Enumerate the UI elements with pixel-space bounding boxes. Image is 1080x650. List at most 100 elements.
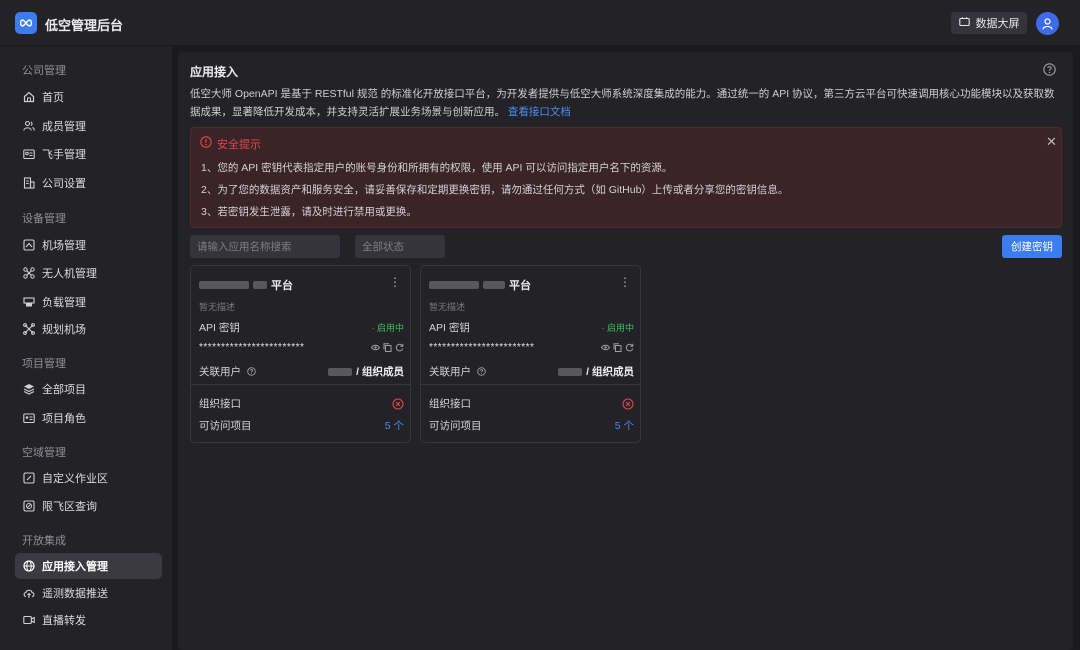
sidebar-item-home[interactable]: 首页: [15, 84, 162, 110]
card-app-name: 平台: [429, 277, 531, 293]
sidebar-item-label: 项目角色: [42, 413, 86, 425]
sidebar-item-label: 成员管理: [42, 121, 86, 133]
redacted-text: [253, 281, 267, 289]
page-title: 应用接入: [190, 65, 239, 79]
alert-title: 安全提示: [217, 139, 261, 151]
main-panel: 应用接入 低空大师 OpenAPI 是基于 RESTful 规范 的标准化开放接…: [178, 52, 1073, 650]
eye-icon[interactable]: [371, 343, 380, 352]
sidebar-item-label: 公司设置: [42, 178, 86, 190]
key-actions: [371, 343, 404, 352]
linked-user-label: 关联用户: [199, 364, 256, 379]
redacted-text: [558, 367, 583, 376]
card-name-suffix: 平台: [509, 280, 531, 292]
top-header: 低空管理后台 数据大屏: [0, 0, 1080, 46]
org-api-row: 组织接口: [429, 396, 634, 411]
sidebar-item-app-access[interactable]: 应用接入管理: [15, 553, 162, 579]
sidebar-item-telemetry-push[interactable]: 遥测数据推送: [15, 580, 162, 606]
nav-group-projects: 项目管理: [22, 358, 66, 370]
security-alert: 安全提示 ✕ 1、您的 API 密钥代表指定用户的账号身份和所拥有的权限，使用 …: [190, 127, 1062, 228]
copy-icon[interactable]: [613, 343, 622, 352]
sidebar-item-live-relay[interactable]: 直播转发: [15, 607, 162, 633]
status-filter-select[interactable]: 全部状态: [355, 235, 445, 258]
sidebar-item-label: 遥测数据推送: [42, 588, 108, 600]
sidebar-item-company-settings[interactable]: 公司设置: [15, 170, 162, 196]
card-description: 暂无描述: [429, 302, 466, 312]
sidebar-item-no-fly-query[interactable]: 限飞区查询: [15, 493, 162, 519]
alert-line: 3、若密钥发生泄露，请及时进行禁用或更换。: [201, 206, 417, 218]
api-key-label: API 密钥: [199, 322, 240, 334]
alert-line: 2、为了您的数据资产和服务安全，请妥善保存和定期更换密钥，请勿通过任何方式（如 …: [201, 184, 789, 196]
projects-count-link[interactable]: 5 个: [615, 418, 634, 433]
app-search-input[interactable]: 请输入应用名称搜索: [190, 235, 340, 258]
sidebar-item-pilots[interactable]: 飞手管理: [15, 141, 162, 167]
close-circle-icon: [622, 397, 634, 410]
refresh-icon[interactable]: [625, 343, 634, 352]
sidebar-item-members[interactable]: 成员管理: [15, 113, 162, 139]
projects-label: 可访问项目: [429, 420, 482, 432]
drone-icon: [23, 267, 35, 279]
linked-user-role: / 组织成员: [586, 366, 634, 378]
api-key-row: API 密钥 · 启用中: [199, 320, 404, 335]
intro-text: 低空大师 OpenAPI 是基于 RESTful 规范 的标准化开放接口平台，为…: [190, 85, 1062, 121]
sidebar-item-project-roles[interactable]: 项目角色: [15, 405, 162, 431]
projects-count-link[interactable]: 5 个: [385, 418, 404, 433]
nav-group-devices: 设备管理: [22, 213, 66, 225]
sidebar-item-label: 限飞区查询: [42, 501, 97, 513]
key-actions: [601, 343, 634, 352]
card-app-name: 平台: [199, 277, 293, 293]
refresh-icon[interactable]: [395, 343, 404, 352]
status-badge: · 启用中: [371, 323, 405, 333]
sidebar-item-all-projects[interactable]: 全部项目: [15, 376, 162, 402]
intro-body: 低空大师 OpenAPI 是基于 RESTful 规范 的标准化开放接口平台，为…: [190, 88, 1055, 118]
linked-user-row: 关联用户 / 组织成员: [199, 364, 404, 379]
eye-icon[interactable]: [601, 343, 610, 352]
projects-row: 可访问项目 5 个: [199, 418, 404, 433]
copy-icon[interactable]: [383, 343, 392, 352]
video-icon: [23, 615, 35, 625]
sidebar-item-drones[interactable]: 无人机管理: [15, 260, 162, 286]
layers-icon: [23, 384, 35, 395]
sidebar-item-payloads[interactable]: 负载管理: [15, 289, 162, 315]
api-key-value-row: ************************: [429, 342, 634, 353]
org-api-row: 组织接口: [199, 396, 404, 411]
sidebar-item-label: 直播转发: [42, 615, 86, 627]
api-key-masked: ************************: [199, 342, 305, 353]
sidebar-item-label: 应用接入管理: [42, 561, 108, 573]
user-avatar[interactable]: [1036, 12, 1059, 35]
big-screen-label: 数据大屏: [975, 18, 1020, 30]
org-api-label: 组织接口: [199, 398, 241, 410]
sidebar: 公司管理 首页 成员管理 飞手管理 公司设置 设备管理 机场管理 无人机管理 负…: [0, 46, 172, 650]
api-key-masked: ************************: [429, 342, 535, 353]
redacted-text: [328, 367, 353, 376]
sidebar-item-plan-dock[interactable]: 规划机场: [15, 316, 162, 342]
help-icon[interactable]: [1043, 63, 1056, 79]
doc-link[interactable]: 查看接口文档: [508, 106, 571, 118]
big-screen-button[interactable]: 数据大屏: [951, 12, 1027, 34]
monitor-icon: [958, 16, 970, 30]
sidebar-item-label: 规划机场: [42, 324, 86, 336]
api-key-row: API 密钥 · 启用中: [429, 320, 634, 335]
sidebar-item-label: 首页: [42, 92, 64, 104]
close-icon[interactable]: ✕: [1046, 134, 1057, 150]
sidebar-item-label: 自定义作业区: [42, 473, 108, 485]
nav-group-integration: 开放集成: [22, 535, 66, 547]
linked-user-label: 关联用户: [429, 364, 486, 379]
create-key-button[interactable]: 创建密钥: [1002, 235, 1062, 258]
more-options-icon[interactable]: ⋮: [389, 275, 401, 289]
sidebar-item-docks[interactable]: 机场管理: [15, 232, 162, 258]
payload-icon: [23, 297, 35, 307]
sidebar-item-label: 机场管理: [42, 240, 86, 252]
question-icon[interactable]: [247, 367, 256, 376]
sidebar-item-custom-zone[interactable]: 自定义作业区: [15, 465, 162, 491]
sidebar-item-label: 无人机管理: [42, 268, 97, 280]
user-icon: [1042, 17, 1053, 30]
linked-user-value: / 组织成员: [558, 364, 634, 379]
question-icon[interactable]: [477, 367, 486, 376]
card-description: 暂无描述: [199, 302, 236, 312]
nav-group-company: 公司管理: [22, 65, 66, 77]
api-key-card[interactable]: 平台 ⋮ 暂无描述 API 密钥 · 启用中 *****************…: [190, 265, 411, 443]
more-options-icon[interactable]: ⋮: [619, 275, 631, 289]
card-divider: [191, 384, 410, 385]
api-key-card[interactable]: 平台 ⋮ 暂无描述 API 密钥 · 启用中 *****************…: [420, 265, 641, 443]
sidebar-item-label: 飞手管理: [42, 149, 86, 161]
